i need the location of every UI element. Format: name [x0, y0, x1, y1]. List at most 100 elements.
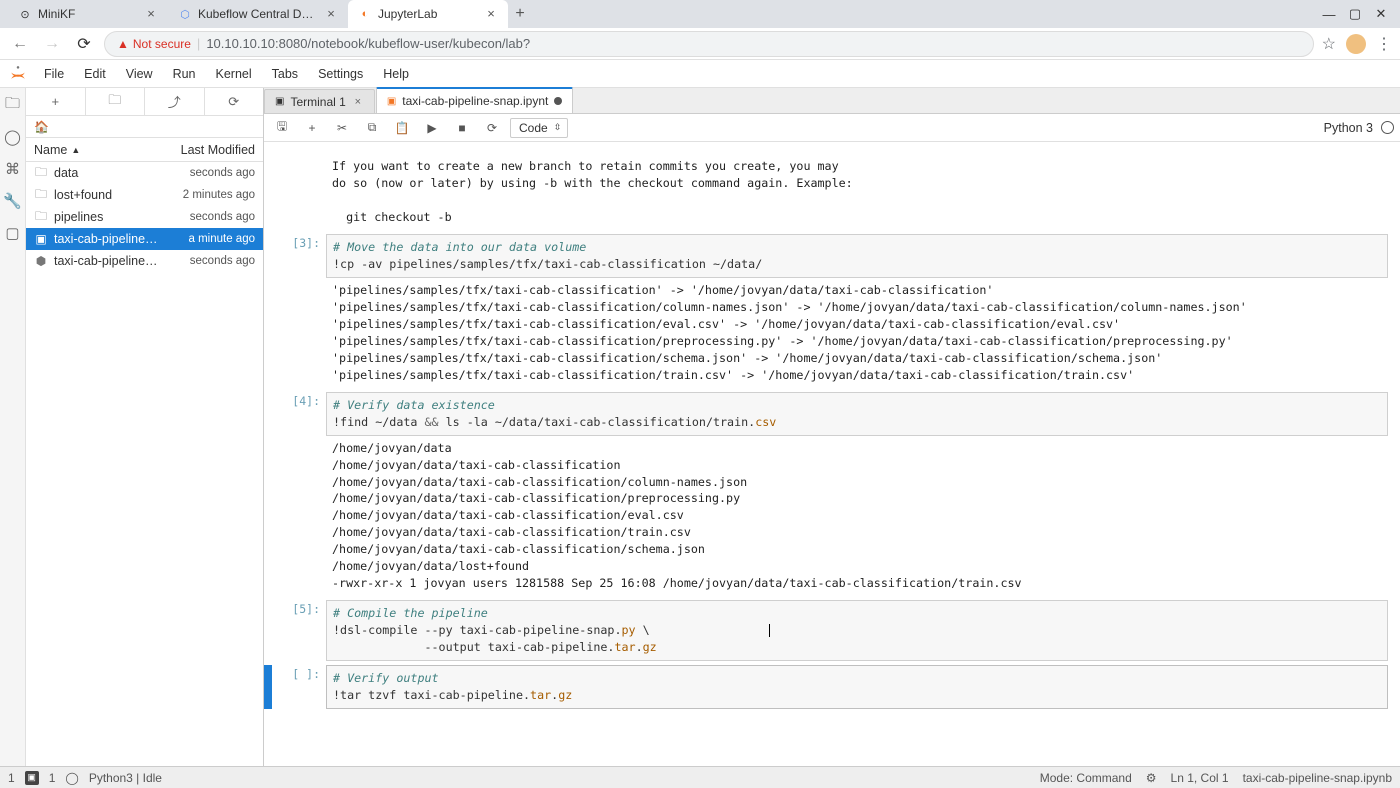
menu-edit[interactable]: Edit — [76, 63, 114, 85]
upload-button[interactable]: ⤴ — [145, 88, 205, 115]
cell-code[interactable]: # Compile the pipeline !dsl-compile --py… — [326, 600, 1388, 661]
terminal-icon: ▣ — [275, 96, 284, 107]
menu-view[interactable]: View — [118, 63, 161, 85]
menu-settings[interactable]: Settings — [310, 63, 371, 85]
cell-prompt: [5]: — [272, 600, 326, 661]
close-icon[interactable]: × — [324, 7, 338, 21]
notebook-cell[interactable]: [3]:# Move the data into our data volume… — [264, 234, 1388, 388]
cell-prompt: [4]: — [272, 392, 326, 597]
restart-button[interactable]: ⟳ — [480, 116, 504, 140]
kebab-menu-icon[interactable]: ⋮ — [1376, 34, 1392, 54]
jupyter-logo-icon[interactable] — [8, 64, 28, 84]
commands-icon[interactable]: ⌘ — [4, 160, 22, 178]
browser-tab[interactable]: ⊙ MiniKF × — [8, 0, 168, 28]
dirty-indicator-icon — [554, 97, 562, 105]
favicon-icon: ◐ — [358, 7, 372, 21]
browser-tabstrip: ⊙ MiniKF × ⬡ Kubeflow Central Dashboard … — [8, 0, 1310, 28]
kernel-name[interactable]: Python 3 — [1324, 121, 1373, 135]
cell-output: If you want to create a new branch to re… — [326, 154, 1388, 230]
breadcrumb[interactable]: 🏠 — [26, 116, 263, 138]
status-bar: 1 ▣ 1 ◯ Python3 | Idle Mode: Command ⚙ L… — [0, 766, 1400, 788]
status-lncol: Ln 1, Col 1 — [1171, 771, 1229, 785]
status-terminals[interactable]: 1 — [8, 771, 15, 785]
add-cell-button[interactable]: + — [300, 116, 324, 140]
file-modified: seconds ago — [165, 255, 255, 267]
file-icon: 🗀 — [34, 207, 48, 228]
file-row[interactable]: 🗀 pipelines seconds ago — [26, 206, 263, 228]
tab-label: JupyterLab — [378, 7, 478, 21]
file-row[interactable]: ⬢taxi-cab-pipeline-snap.pyseconds ago — [26, 250, 263, 272]
copy-button[interactable]: ⧉ — [360, 116, 384, 140]
status-settings-icon[interactable]: ⚙ — [1146, 771, 1157, 785]
browser-tab[interactable]: ⬡ Kubeflow Central Dashboard × — [168, 0, 348, 28]
tabs-icon[interactable]: ▢ — [4, 224, 22, 242]
new-launcher-button[interactable]: + — [26, 88, 86, 115]
tools-icon[interactable]: 🔧 — [4, 192, 22, 210]
paste-button[interactable]: 📋 — [390, 116, 414, 140]
menu-kernel[interactable]: Kernel — [208, 63, 260, 85]
doc-tab-terminal[interactable]: ▣ Terminal 1 × — [264, 89, 375, 113]
tab-label: Kubeflow Central Dashboard — [198, 7, 318, 21]
new-folder-button[interactable]: 🗀 — [86, 88, 146, 115]
warning-icon: ▲ — [117, 37, 129, 51]
file-row[interactable]: ▣taxi-cab-pipeline-snap.ip...a minute ag… — [26, 228, 263, 250]
forward-button: → — [40, 32, 64, 56]
notebook-cell[interactable]: [5]:# Compile the pipeline !dsl-compile … — [264, 600, 1388, 661]
reload-button[interactable]: ⟳ — [72, 32, 96, 56]
menu-file[interactable]: File — [36, 63, 72, 85]
avatar-icon[interactable] — [1346, 34, 1366, 54]
folder-icon[interactable]: 🗀 — [4, 96, 22, 114]
file-name: lost+found — [54, 188, 159, 202]
jupyter-menubar: File Edit View Run Kernel Tabs Settings … — [0, 60, 1400, 88]
browser-tab-active[interactable]: ◐ JupyterLab × — [348, 0, 508, 28]
file-browser: + 🗀 ⤴ ⟳ 🏠 Name▲ Last Modified 🗀datasecon… — [26, 88, 264, 766]
file-row[interactable]: 🗀dataseconds ago — [26, 162, 263, 184]
cell-code[interactable]: # Verify data existence !find ~/data && … — [326, 392, 1388, 436]
cell-code[interactable]: # Move the data into our data volume !cp… — [326, 234, 1388, 278]
close-icon[interactable]: × — [144, 7, 158, 21]
address-bar[interactable]: ▲ Not secure | 10.10.10.10:8080/notebook… — [104, 31, 1314, 57]
new-tab-button[interactable]: + — [508, 2, 532, 26]
kernel-status-icon[interactable] — [1381, 121, 1394, 134]
menu-tabs[interactable]: Tabs — [264, 63, 306, 85]
tab-label: taxi-cab-pipeline-snap.ipynt — [402, 94, 548, 108]
col-name-label[interactable]: Name — [34, 143, 67, 157]
col-mod-label[interactable]: Last Modified — [173, 143, 263, 157]
kernel-idle-icon: ◯ — [65, 771, 78, 785]
star-icon[interactable]: ☆ — [1322, 34, 1336, 54]
menu-help[interactable]: Help — [375, 63, 417, 85]
notebook-cell[interactable]: [4]:# Verify data existence !find ~/data… — [264, 392, 1388, 597]
save-button[interactable]: 🖫 — [270, 116, 294, 140]
cut-button[interactable]: ✂ — [330, 116, 354, 140]
running-icon[interactable]: ◯ — [4, 128, 22, 146]
file-modified: seconds ago — [165, 167, 255, 179]
favicon-icon: ⬡ — [178, 7, 192, 21]
file-name: pipelines — [54, 210, 159, 224]
close-window-icon[interactable]: ✕ — [1374, 6, 1388, 22]
document-tabs: ▣ Terminal 1 × ▣ taxi-cab-pipeline-snap.… — [264, 88, 1400, 114]
doc-tab-notebook[interactable]: ▣ taxi-cab-pipeline-snap.ipynt — [376, 87, 574, 113]
file-modified: 2 minutes ago — [165, 189, 255, 201]
home-icon[interactable]: 🏠 — [34, 120, 49, 134]
status-mode: Mode: Command — [1040, 771, 1132, 785]
status-kernels[interactable]: 1 — [49, 771, 56, 785]
close-icon[interactable]: × — [484, 7, 498, 21]
window-controls: — ▢ ✕ — [1310, 0, 1400, 28]
cell-code[interactable]: # Verify output !tar tzvf taxi-cab-pipel… — [326, 665, 1388, 709]
run-button[interactable]: ▶ — [420, 116, 444, 140]
stop-button[interactable]: ■ — [450, 116, 474, 140]
refresh-button[interactable]: ⟳ — [205, 88, 264, 115]
cell-type-select[interactable]: Code ⇳ — [510, 118, 568, 138]
notebook-scroll[interactable]: If you want to create a new branch to re… — [264, 142, 1400, 766]
separator: | — [197, 36, 200, 51]
file-modified: seconds ago — [165, 211, 255, 223]
file-icon: ⬢ — [34, 254, 48, 268]
maximize-icon[interactable]: ▢ — [1348, 6, 1362, 22]
notebook-cell[interactable]: [ ]:# Verify output !tar tzvf taxi-cab-p… — [264, 665, 1388, 709]
notebook-toolbar: 🖫 + ✂ ⧉ 📋 ▶ ■ ⟳ Code ⇳ Python 3 — [264, 114, 1400, 142]
minimize-icon[interactable]: — — [1322, 7, 1336, 22]
menu-run[interactable]: Run — [165, 63, 204, 85]
back-button[interactable]: ← — [8, 32, 32, 56]
file-row[interactable]: 🗀lost+found2 minutes ago — [26, 184, 263, 206]
close-icon[interactable]: × — [352, 96, 364, 108]
